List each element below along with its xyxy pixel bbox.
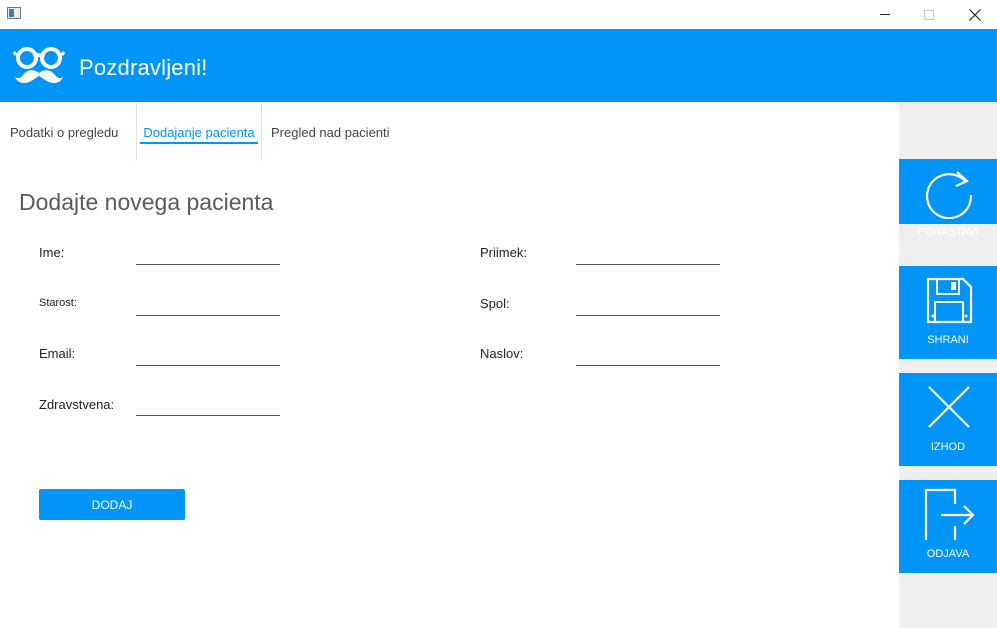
app-header: Pozdravljeni! — [0, 29, 997, 102]
refresh-icon — [925, 171, 973, 219]
close-icon — [969, 8, 981, 21]
naslov-label: Naslov: — [480, 346, 524, 361]
tab-label: Podatki o pregledu — [10, 125, 119, 140]
dodaj-button[interactable]: DODAJ — [39, 489, 185, 520]
starost-field[interactable] — [136, 294, 280, 316]
tab-pregled-nad-pacienti[interactable]: Pregled nad pacienti — [271, 102, 390, 160]
priimek-field[interactable] — [576, 243, 720, 265]
tab-label: Pregled nad pacienti — [271, 125, 390, 140]
close-icon — [928, 386, 970, 428]
starost-label: Starost: — [39, 297, 77, 309]
spol-field[interactable] — [576, 294, 720, 316]
active-tab-indicator — [140, 142, 258, 144]
zdravstvena-field[interactable] — [136, 394, 280, 416]
shrani-label: SHRANI — [927, 334, 969, 346]
odjava-label: ODJAVA — [926, 548, 970, 560]
tab-label: Dodajanje pacienta — [143, 125, 255, 140]
close-window-button[interactable] — [952, 0, 997, 29]
spol-label: Spol: — [480, 296, 510, 311]
odjava-button[interactable]: ODJAVA — [899, 480, 997, 573]
minimize-button[interactable] — [862, 0, 908, 29]
ponastavi-button[interactable]: PONASTAVI — [899, 159, 997, 238]
priimek-label: Priimek: — [480, 245, 527, 260]
naslov-field[interactable] — [576, 344, 720, 366]
app-icon — [7, 7, 21, 19]
ponastavi-label: PONASTAVI — [917, 226, 979, 238]
email-label: Email: — [39, 346, 76, 361]
shrani-button[interactable]: SHRANI — [899, 266, 997, 359]
minimize-icon — [880, 14, 890, 15]
floppy-disk-icon — [926, 277, 973, 324]
header-title: Pozdravljeni! — [79, 55, 208, 80]
maximize-icon — [924, 9, 934, 20]
izhod-button[interactable]: IZHOD — [899, 373, 997, 466]
ime-field[interactable] — [136, 243, 280, 265]
tab-dodajanje-pacienta[interactable]: Dodajanje pacienta — [136, 102, 262, 160]
ime-label: Ime: — [39, 245, 65, 260]
maximize-button[interactable] — [906, 0, 952, 29]
email-field[interactable] — [136, 344, 280, 366]
izhod-label: IZHOD — [930, 441, 966, 453]
logout-icon — [924, 488, 975, 540]
zdravstvena-label: Zdravstvena: — [39, 397, 115, 412]
form-title: Dodajte novega pacienta — [19, 189, 274, 215]
tab-bar: Podatki o pregledu Dodajanje pacienta Pr… — [0, 102, 899, 160]
window-titlebar — [0, 0, 997, 29]
tab-podatki-o-pregledu[interactable]: Podatki o pregledu — [10, 102, 118, 160]
glasses-mustache-icon — [13, 47, 65, 84]
